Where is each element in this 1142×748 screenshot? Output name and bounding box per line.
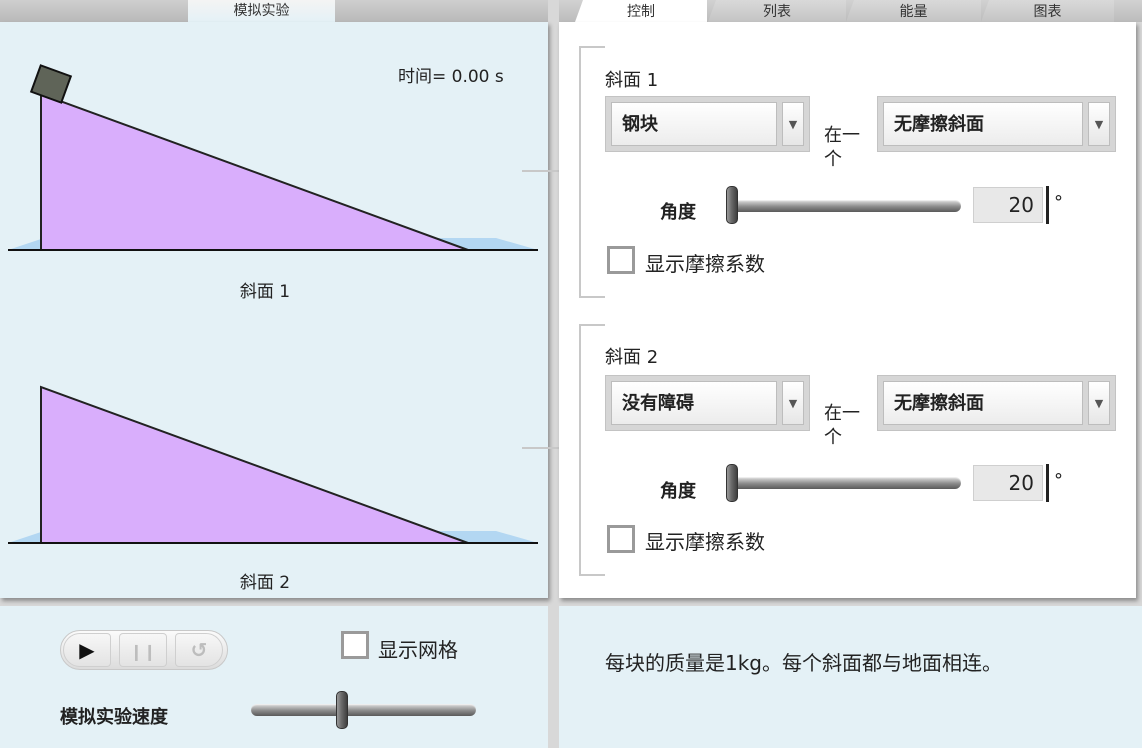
ramp-2-angle-cursor bbox=[1046, 464, 1049, 502]
ramp-1-show-friction-label[interactable]: 显示摩擦系数 bbox=[645, 248, 765, 277]
time-readout: 时间= 0.00 s bbox=[398, 67, 504, 87]
ramp-1-angle-input[interactable]: 20 bbox=[973, 187, 1043, 223]
info-text: 每块的质量是1kg。每个斜面都与地面相连。 bbox=[605, 651, 1003, 675]
ramp-2-object-value: 没有障碍 bbox=[611, 381, 777, 425]
ramp-1-surface-dropdown[interactable]: 无摩擦斜面 ▼ bbox=[877, 96, 1116, 152]
pause-icon: ❙❙ bbox=[129, 642, 157, 661]
ramp-1-object-dropdown[interactable]: 钢块 ▼ bbox=[605, 96, 810, 152]
ramp-1-group-bracket bbox=[579, 46, 605, 298]
ramp-1-surface-value: 无摩擦斜面 bbox=[883, 102, 1083, 146]
simulation-speed-label: 模拟实验速度 bbox=[60, 707, 168, 728]
steel-block[interactable] bbox=[29, 64, 73, 104]
ramp-2-angle-slider-track[interactable] bbox=[727, 477, 961, 489]
playback-panel: ▶ ❙❙ ↺ 显示网格 模拟实验速度 bbox=[0, 606, 548, 748]
ramp-1-label: 斜面 1 bbox=[239, 282, 291, 302]
ramp-2-show-friction-checkbox[interactable] bbox=[607, 525, 635, 553]
ramp-1-show-friction-checkbox[interactable] bbox=[607, 246, 635, 274]
ramp-2-angle-label: 角度 bbox=[660, 481, 696, 502]
ramp-2-object-dropdown[interactable]: 没有障碍 ▼ bbox=[605, 375, 810, 431]
speed-slider-thumb[interactable] bbox=[336, 691, 348, 729]
chevron-down-icon: ▼ bbox=[782, 102, 804, 146]
ramp-1-group-title: 斜面 1 bbox=[605, 70, 659, 91]
chevron-down-icon: ▼ bbox=[1088, 102, 1110, 146]
playback-button-group: ▶ ❙❙ ↺ bbox=[60, 630, 228, 670]
control-panel: 斜面 1 钢块 ▼ 在一个 无摩擦斜面 ▼ 角度 20 ° 显示摩擦系数 斜面 … bbox=[559, 22, 1136, 598]
ramp-1-angle-label: 角度 bbox=[660, 202, 696, 223]
reset-button[interactable]: ↺ bbox=[175, 633, 223, 667]
simulation-panel: 时间= 0.00 s 斜面 1 斜面 2 bbox=[0, 22, 548, 598]
ramp-1-angle-cursor bbox=[1046, 186, 1049, 224]
ramp-1[interactable] bbox=[40, 92, 469, 251]
chevron-down-icon: ▼ bbox=[1088, 381, 1110, 425]
simulation-canvas bbox=[8, 64, 538, 544]
ramp-2-angle-input[interactable]: 20 bbox=[973, 465, 1043, 501]
ramp-2-surface-value: 无摩擦斜面 bbox=[883, 381, 1083, 425]
show-grid-label[interactable]: 显示网格 bbox=[378, 634, 458, 663]
info-panel: 每块的质量是1kg。每个斜面都与地面相连。 bbox=[559, 606, 1142, 748]
ramp-2-group-title: 斜面 2 bbox=[605, 347, 659, 368]
ramp-2-label: 斜面 2 bbox=[239, 573, 291, 593]
ramp-2[interactable] bbox=[40, 385, 469, 544]
chevron-down-icon: ▼ bbox=[782, 381, 804, 425]
ramp-1-angle-slider-thumb[interactable] bbox=[726, 186, 738, 224]
pause-button[interactable]: ❙❙ bbox=[119, 633, 167, 667]
tab-simulation[interactable]: 模拟实验 bbox=[188, 0, 335, 22]
ramp-2-surface-dropdown[interactable]: 无摩擦斜面 ▼ bbox=[877, 375, 1116, 431]
reset-icon: ↺ bbox=[190, 638, 208, 662]
ramp-2-on-a-label: 在一个 bbox=[824, 403, 860, 448]
play-button[interactable]: ▶ bbox=[63, 633, 111, 667]
play-icon: ▶ bbox=[79, 638, 95, 662]
ramp-1-object-value: 钢块 bbox=[611, 102, 777, 146]
ramp-1-angle-slider-track[interactable] bbox=[727, 200, 961, 212]
tab-charts[interactable]: 图表 bbox=[981, 0, 1114, 22]
ramp-1-on-a-label: 在一个 bbox=[824, 125, 860, 170]
ramp-2-angle-slider-thumb[interactable] bbox=[726, 464, 738, 502]
speed-slider-track[interactable] bbox=[251, 704, 476, 716]
ramp-2-degree-symbol: ° bbox=[1054, 470, 1063, 491]
ramp-1-degree-symbol: ° bbox=[1054, 192, 1063, 213]
ramp-2-show-friction-label[interactable]: 显示摩擦系数 bbox=[645, 526, 765, 555]
tab-energy[interactable]: 能量 bbox=[846, 0, 981, 22]
tab-controls[interactable]: 控制 bbox=[575, 0, 707, 22]
tab-list[interactable]: 列表 bbox=[708, 0, 846, 22]
show-grid-checkbox[interactable] bbox=[341, 631, 369, 659]
ramp-2-group-bracket bbox=[579, 324, 605, 576]
